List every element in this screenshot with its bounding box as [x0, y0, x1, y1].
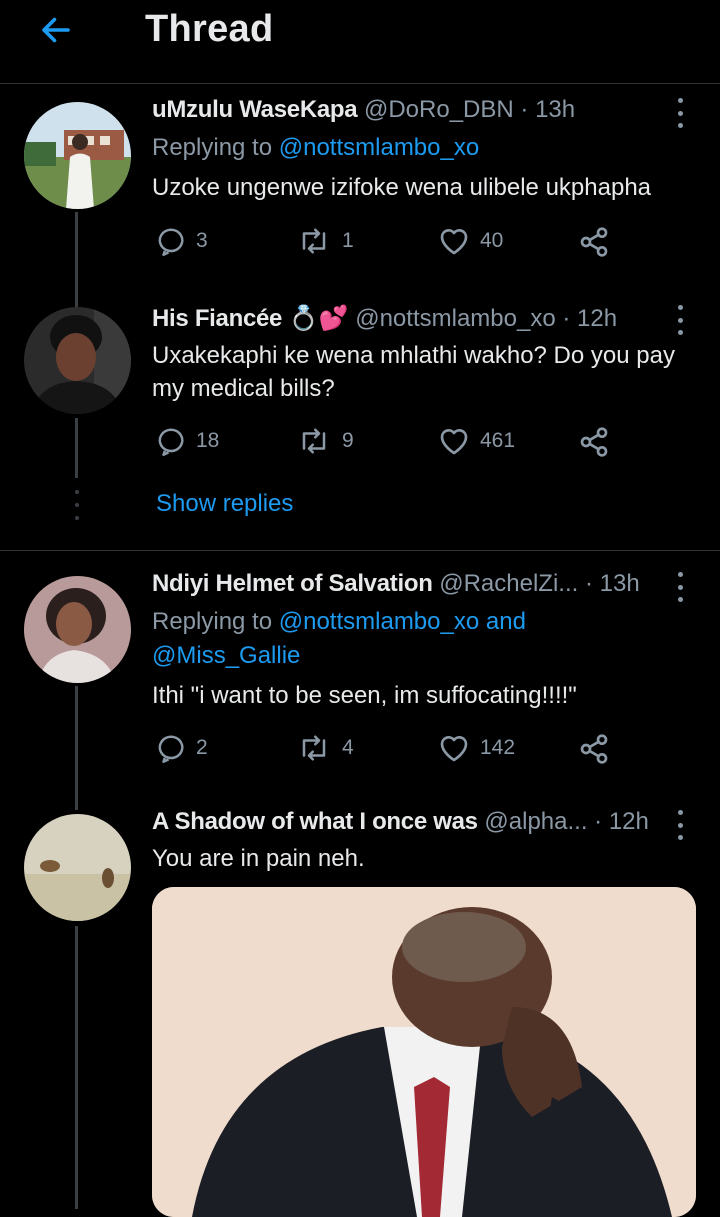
retweet-count: 9 — [342, 429, 354, 452]
like-button[interactable]: 142 — [438, 733, 515, 763]
replying-to-label: Replying to — [152, 134, 273, 161]
tweet-header: A Shadow of what I once was @alpha... · … — [152, 808, 662, 836]
thread-line — [75, 686, 78, 810]
retweet-icon — [302, 735, 326, 761]
avatar-photo-portrait — [24, 576, 131, 683]
avatar[interactable] — [24, 576, 131, 683]
like-button[interactable]: 40 — [438, 226, 503, 256]
thread-line — [75, 212, 78, 312]
avatar[interactable] — [24, 814, 131, 921]
timestamp[interactable]: · 13h — [520, 96, 575, 123]
show-replies-link[interactable]: Show replies — [156, 490, 293, 518]
reply-count: 2 — [196, 736, 208, 759]
photo-man-in-suit — [152, 887, 696, 1217]
retweet-icon — [302, 228, 326, 254]
display-name[interactable]: A Shadow of what I once was — [152, 808, 478, 835]
share-button[interactable] — [578, 426, 610, 458]
like-count: 461 — [480, 429, 516, 452]
timestamp[interactable]: · 12h — [594, 808, 649, 835]
share-icon — [580, 427, 608, 457]
share-icon — [580, 734, 608, 764]
retweet-count: 1 — [342, 229, 354, 252]
retweet-button[interactable]: 1 — [296, 226, 354, 256]
tweet-header: uMzulu WaseKapa @DoRo_DBN · 13h — [152, 96, 662, 124]
display-name[interactable]: Ndiyi Helmet of Salvation — [152, 570, 433, 597]
tweet-text: You are in pain neh. — [152, 845, 365, 872]
like-count: 142 — [480, 736, 516, 759]
reply-button[interactable]: 18 — [156, 426, 219, 456]
retweet-icon — [302, 428, 326, 454]
divider — [0, 550, 720, 551]
avatar-photo-portrait — [24, 307, 131, 414]
reply-count: 18 — [196, 429, 220, 452]
thread-line — [75, 418, 78, 478]
mention-link[interactable]: @nottsmlambo_xo — [279, 134, 479, 161]
tweet-header: His Fiancée 💍💕 @nottsmlambo_xo · 12h — [152, 304, 662, 333]
replying-to: Replying to @nottsmlambo_xo — [152, 131, 479, 165]
thread-ellipsis — [74, 490, 80, 520]
display-name[interactable]: uMzulu WaseKapa — [152, 96, 358, 123]
more-options-button[interactable] — [666, 810, 694, 840]
top-bar: Thread — [0, 0, 720, 84]
share-icon — [580, 227, 608, 257]
thread-line — [75, 926, 78, 1209]
page-title: Thread — [145, 8, 274, 50]
name-emoji: 💍💕 — [288, 305, 349, 332]
replying-to: Replying to @nottsmlambo_xo and — [152, 605, 526, 639]
tweet-header: Ndiyi Helmet of Salvation @RachelZi... ·… — [152, 570, 662, 598]
reply-icon — [158, 735, 184, 763]
retweet-button[interactable]: 9 — [296, 426, 354, 456]
user-handle[interactable]: @RachelZi... — [439, 570, 578, 597]
user-handle[interactable]: @alpha... — [484, 808, 587, 835]
tweet-text: Uzoke ungenwe izifoke wena ulibele ukpha… — [152, 174, 652, 201]
avatar[interactable] — [24, 102, 131, 209]
avatar[interactable] — [24, 307, 131, 414]
reply-icon — [158, 228, 184, 256]
timestamp[interactable]: · 12h — [562, 305, 617, 332]
heart-icon — [440, 429, 468, 455]
like-count: 40 — [480, 229, 504, 252]
reply-button[interactable]: 3 — [156, 226, 208, 256]
tweet-actions: 18 9 461 — [152, 426, 622, 462]
replying-to-label: Replying to — [152, 608, 273, 635]
avatar-photo-outdoor — [24, 102, 131, 209]
user-handle[interactable]: @DoRo_DBN — [364, 96, 514, 123]
display-name[interactable]: His Fiancée — [152, 305, 282, 332]
share-button[interactable] — [578, 226, 610, 258]
reply-icon — [158, 428, 184, 456]
reply-count: 3 — [196, 229, 208, 252]
more-options-button[interactable] — [666, 98, 694, 128]
back-button[interactable] — [36, 10, 76, 50]
replying-to-continued: @Miss_Gallie — [152, 639, 300, 673]
reply-button[interactable]: 2 — [156, 733, 208, 763]
share-button[interactable] — [578, 733, 610, 765]
tweet-media-image[interactable] — [152, 887, 696, 1217]
timestamp[interactable]: · 13h — [585, 570, 640, 597]
user-handle[interactable]: @nottsmlambo_xo — [355, 305, 555, 332]
arrow-left-icon — [42, 17, 70, 43]
retweet-button[interactable]: 4 — [296, 733, 354, 763]
tweet-actions: 3 1 40 — [152, 226, 622, 262]
tweet-text: Uxakekaphi ke wena mhlathi wakho? Do you… — [152, 342, 675, 402]
heart-icon — [440, 736, 468, 762]
more-options-button[interactable] — [666, 572, 694, 602]
mention-link[interactable]: @Miss_Gallie — [152, 642, 300, 669]
more-options-button[interactable] — [666, 305, 694, 335]
retweet-count: 4 — [342, 736, 354, 759]
heart-icon — [440, 229, 468, 255]
avatar-photo-wildlife — [24, 814, 131, 921]
tweet-text: Ithi "i want to be seen, im suffocating!… — [152, 682, 577, 709]
like-button[interactable]: 461 — [438, 426, 515, 456]
mention-link[interactable]: @nottsmlambo_xo and — [279, 608, 526, 635]
tweet-actions: 2 4 142 — [152, 733, 622, 769]
